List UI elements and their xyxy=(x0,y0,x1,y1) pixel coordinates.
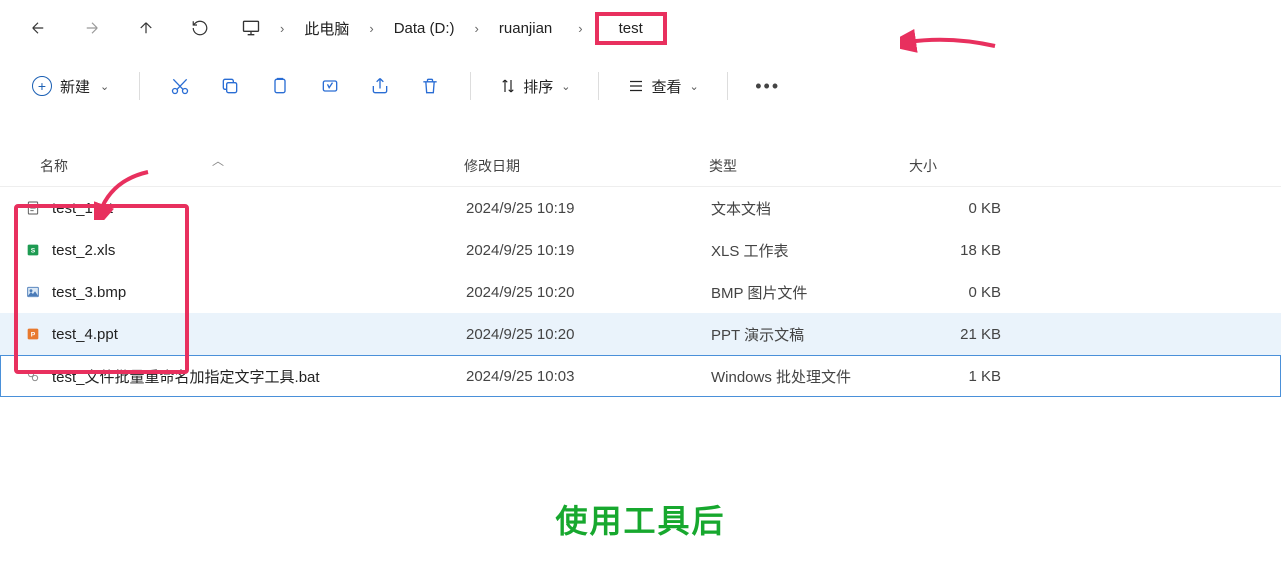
file-size: 21 KB xyxy=(911,326,1001,343)
breadcrumb-item[interactable]: Data (D:) xyxy=(386,14,463,43)
rename-button[interactable] xyxy=(308,66,352,106)
file-name: test_文件批量重命名加指定文字工具.bat xyxy=(52,366,466,387)
svg-text:S: S xyxy=(31,248,36,255)
column-header-size[interactable]: 大小 xyxy=(909,156,1014,176)
breadcrumb-item-current[interactable]: test xyxy=(595,12,667,45)
file-date: 2024/9/25 10:19 xyxy=(466,200,711,217)
copy-button[interactable] xyxy=(208,66,252,106)
file-type: 文本文档 xyxy=(711,198,911,219)
paste-button[interactable] xyxy=(258,66,302,106)
forward-button[interactable] xyxy=(68,8,116,48)
file-type: Windows 批处理文件 xyxy=(711,366,911,387)
chevron-down-icon: ⌄ xyxy=(689,80,698,93)
more-button[interactable]: ••• xyxy=(746,66,790,106)
caption: 使用工具后 xyxy=(0,496,1281,542)
view-button[interactable]: 查看 ⌄ xyxy=(617,70,708,103)
sort-label: 排序 xyxy=(523,76,553,97)
file-size: 18 KB xyxy=(911,242,1001,259)
file-type-icon xyxy=(24,367,42,385)
column-header-row: 名称 修改日期 类型 大小 xyxy=(0,156,1281,187)
delete-button[interactable] xyxy=(408,66,452,106)
cut-button[interactable] xyxy=(158,66,202,106)
column-header-type[interactable]: 类型 xyxy=(709,156,909,176)
chevron-down-icon: ⌄ xyxy=(561,80,570,93)
chevron-right-icon: › xyxy=(359,21,383,36)
chevron-right-icon: › xyxy=(465,21,489,36)
file-row[interactable]: test_3.bmp2024/9/25 10:20BMP 图片文件0 KB xyxy=(0,271,1281,313)
toolbar: + 新建 ⌄ 排序 ⌄ 查看 ⌄ ••• xyxy=(0,56,1281,116)
refresh-button[interactable] xyxy=(176,8,224,48)
monitor-icon xyxy=(240,17,262,39)
separator xyxy=(727,72,728,100)
file-type: XLS 工作表 xyxy=(711,240,911,261)
new-button[interactable]: + 新建 ⌄ xyxy=(20,70,121,103)
file-date: 2024/9/25 10:03 xyxy=(466,368,711,385)
view-label: 查看 xyxy=(651,76,681,97)
svg-text:P: P xyxy=(31,332,36,339)
file-type-icon xyxy=(24,283,42,301)
file-row[interactable]: Stest_2.xls2024/9/25 10:19XLS 工作表18 KB xyxy=(0,229,1281,271)
sort-indicator-icon: ︿ xyxy=(212,152,224,169)
file-name: test_4.ppt xyxy=(52,326,466,343)
file-list: test_1.txt2024/9/25 10:19文本文档0 KBStest_2… xyxy=(0,187,1281,397)
file-name: test_3.bmp xyxy=(52,284,466,301)
file-type-icon: P xyxy=(24,325,42,343)
separator xyxy=(598,72,599,100)
file-type: PPT 演示文稿 xyxy=(711,324,911,345)
file-row[interactable]: Ptest_4.ppt2024/9/25 10:20PPT 演示文稿21 KB xyxy=(0,313,1281,355)
plus-icon: + xyxy=(32,76,52,96)
file-name: test_2.xls xyxy=(52,242,466,259)
chevron-down-icon: ⌄ xyxy=(100,80,109,93)
share-button[interactable] xyxy=(358,66,402,106)
file-type-icon xyxy=(24,199,42,217)
file-size: 0 KB xyxy=(911,284,1001,301)
column-header-name[interactable]: 名称 xyxy=(24,156,464,176)
separator xyxy=(139,72,140,100)
breadcrumb[interactable]: › 此电脑 › Data (D:) › ruanjian › test xyxy=(240,10,667,46)
file-size: 0 KB xyxy=(911,200,1001,217)
breadcrumb-item[interactable]: 此电脑 xyxy=(296,12,357,45)
file-name: test_1.txt xyxy=(52,200,466,217)
separator xyxy=(470,72,471,100)
breadcrumb-item[interactable]: ruanjian xyxy=(491,14,560,43)
file-date: 2024/9/25 10:20 xyxy=(466,326,711,343)
nav-bar: › 此电脑 › Data (D:) › ruanjian › test xyxy=(0,0,1281,56)
file-type-icon: S xyxy=(24,241,42,259)
file-size: 1 KB xyxy=(911,368,1001,385)
new-label: 新建 xyxy=(60,76,90,97)
up-button[interactable] xyxy=(122,8,170,48)
file-row[interactable]: test_1.txt2024/9/25 10:19文本文档0 KB xyxy=(0,187,1281,229)
file-date: 2024/9/25 10:20 xyxy=(466,284,711,301)
chevron-right-icon: › xyxy=(270,21,294,36)
file-type: BMP 图片文件 xyxy=(711,282,911,303)
chevron-right-icon: › xyxy=(568,21,592,36)
file-date: 2024/9/25 10:19 xyxy=(466,242,711,259)
sort-button[interactable]: 排序 ⌄ xyxy=(489,70,580,103)
file-row[interactable]: test_文件批量重命名加指定文字工具.bat2024/9/25 10:03Wi… xyxy=(0,355,1281,397)
column-header-date[interactable]: 修改日期 xyxy=(464,156,709,176)
back-button[interactable] xyxy=(14,8,62,48)
